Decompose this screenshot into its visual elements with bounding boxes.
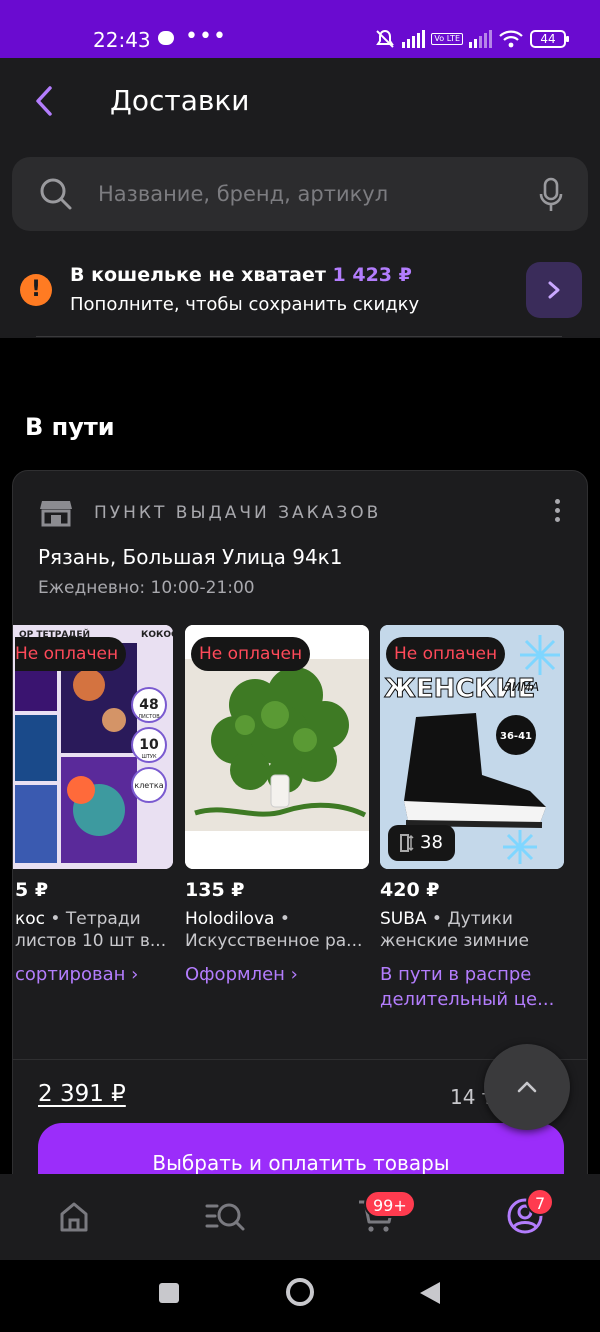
wifi-icon [499, 30, 523, 48]
wallet-missing-amount: 1 423 ₽ [332, 264, 412, 286]
size-ruler-icon [400, 834, 414, 852]
warning-icon: ! [20, 274, 52, 306]
pickup-hours: Ежедневно: 10:00-21:00 [38, 578, 255, 598]
product-name-2: листов 10 шт в... [15, 931, 167, 951]
volte-icon: Vo LTE [431, 33, 463, 45]
section-title-in-transit: В пути [25, 413, 115, 441]
size-value: 38 [420, 832, 443, 853]
total-amount: 2 391 ₽ [38, 1081, 126, 1107]
more-options-icon[interactable] [553, 499, 561, 527]
tab-home[interactable] [54, 1196, 98, 1240]
product-name: Искусственное ра... [185, 931, 363, 951]
img-text: ШТУК [142, 754, 157, 760]
product-image: Не оплачен [185, 625, 369, 869]
product-price: 135 ₽ [185, 879, 245, 901]
search-bar[interactable] [12, 157, 588, 231]
signal-icon [402, 30, 426, 48]
product-brand: кос [15, 909, 46, 929]
app-screen: 22:43 ••• Vo LTE 44 Доставки ! В кошельк… [0, 0, 600, 1332]
product-image: ЖЕНСКИЕ ЗИМА 36-41 Не оплачен 38 [380, 625, 564, 869]
pickup-address: Рязань, Большая Улица 94к1 [38, 545, 343, 569]
bottom-tab-bar: 99+ 7 [0, 1174, 600, 1260]
status-line-2: делительный це... [380, 989, 555, 1010]
img-text: ЗИМА [504, 680, 539, 694]
product-description: Holodilova • Искусственное ра... [185, 909, 363, 951]
product-name-2: женские зимние [380, 931, 529, 951]
product-name: Тетради [65, 909, 141, 929]
product-brand: Holodilova [185, 909, 275, 929]
img-text: клетка [134, 781, 163, 790]
product-image: ОР ТЕТРАДЕЙ КОКОС 48 ЛИСТОВ 10 [13, 625, 173, 869]
home-icon [60, 1202, 88, 1232]
recent-apps-icon[interactable] [156, 1280, 182, 1306]
system-nav-bar [0, 1260, 600, 1332]
store-icon [40, 501, 72, 527]
message-notification-icon [158, 31, 174, 45]
product-description: кос • Тетради листов 10 шт в... [15, 909, 167, 951]
product-status[interactable]: сортирован › [15, 962, 199, 987]
product-name: Дутики [447, 909, 513, 929]
img-text: 48 [139, 697, 158, 713]
signal-2-icon [469, 30, 492, 48]
product-status[interactable]: В пути в распре делительный це... [380, 962, 564, 1012]
product-price: 5 ₽ [15, 879, 49, 901]
img-text: 10 [139, 737, 159, 753]
wallet-topup-button[interactable] [526, 262, 582, 318]
wallet-warning-subtitle: Пополните, чтобы сохранить скидку [70, 294, 420, 315]
status-line-1: В пути в распре [380, 964, 532, 985]
back-arrow-icon[interactable] [30, 84, 58, 118]
img-text: КОКОС [141, 630, 173, 640]
products-carousel[interactable]: ОР ТЕТРАДЕЙ КОКОС 48 ЛИСТОВ 10 [13, 625, 587, 1025]
more-notifications-icon: ••• [185, 24, 227, 49]
product-card[interactable]: Не оплачен 135 ₽ Holodilova • Искусственн… [185, 625, 369, 985]
product-description: SUBA • Дутики женские зимние [380, 909, 529, 951]
status-time: 22:43 [93, 28, 151, 52]
img-text: 36-41 [500, 731, 532, 742]
tab-catalog[interactable] [204, 1196, 248, 1240]
divider [36, 336, 562, 337]
search-input[interactable] [98, 179, 518, 209]
product-status[interactable]: Оформлен › [185, 962, 369, 987]
status-bar: 22:43 ••• Vo LTE 44 [0, 0, 600, 58]
pickup-point-label: ПУНКТ ВЫДАЧИ ЗАКАЗОВ [94, 503, 382, 523]
img-text: ЛИСТОВ [138, 714, 160, 720]
unpaid-badge: Не оплачен [15, 637, 127, 671]
profile-badge: 7 [526, 1188, 555, 1216]
wallet-title-text: В кошельке не хватает [70, 264, 326, 286]
product-price: 420 ₽ [380, 879, 440, 901]
wallet-warning-title: В кошельке не хватает 1 423 ₽ [70, 264, 412, 286]
status-icons: Vo LTE 44 [374, 28, 569, 50]
catalog-search-icon [205, 1203, 245, 1231]
microphone-icon[interactable] [538, 177, 564, 213]
unpaid-badge: Не оплачен [386, 637, 506, 671]
product-card[interactable]: ОР ТЕТРАДЕЙ КОКОС 48 ЛИСТОВ 10 [13, 625, 173, 985]
product-brand: SUBA [380, 909, 427, 929]
chevron-up-icon [517, 1081, 537, 1093]
scroll-to-top-button[interactable] [484, 1044, 570, 1130]
home-button-icon[interactable] [284, 1276, 316, 1308]
unpaid-badge: Не оплачен [191, 637, 311, 671]
chevron-right-icon [548, 281, 560, 299]
mute-bell-icon [376, 29, 395, 48]
back-button-icon[interactable] [418, 1280, 442, 1306]
product-card[interactable]: ЖЕНСКИЕ ЗИМА 36-41 Не оплачен 38 420 ₽ S… [380, 625, 564, 1010]
page-title: Доставки [110, 84, 250, 117]
search-icon [40, 178, 72, 210]
cart-badge: 99+ [364, 1190, 416, 1218]
battery-icon: 44 [530, 30, 569, 48]
size-badge: 38 [388, 825, 455, 861]
